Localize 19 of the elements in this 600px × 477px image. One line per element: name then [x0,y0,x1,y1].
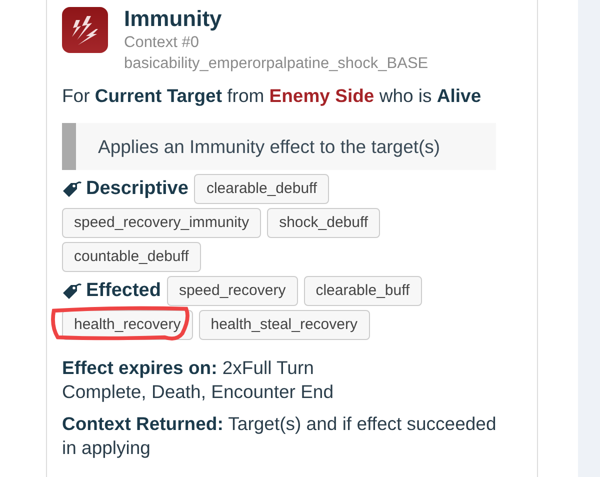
tag-chip[interactable]: shock_debuff [267,208,380,238]
tag-group-label: Descriptive [86,178,188,200]
detail-text: Effect expires on: 2xFull Turn Complete, Death, Encounter End [62,356,334,404]
tag-group-label: Effected [86,280,161,302]
tag-chip[interactable]: health_steal_recovery [198,310,370,340]
tag-icon [62,180,82,198]
tag-chip[interactable]: countable_debuff [62,242,201,272]
tag-chip[interactable]: clearable_debuff [194,174,330,204]
tag-chip[interactable]: speed_recovery [166,276,298,306]
target-sentence: For Current Target from Enemy Side who is Alive [62,84,482,108]
tag-chip[interactable]: clearable_buff [304,276,422,306]
description-text: Applies an Immunity effect to the target(s) [98,136,440,158]
tag-icon [62,282,82,300]
lightning-icon [62,7,108,53]
detail-text: Context Returned: Target(s) and if effect succeeded in applying [62,412,498,460]
tag-chip[interactable]: speed_recovery_immunity [62,208,262,238]
effect-title: Immunity [124,6,223,32]
context-label: Context #0 [124,33,200,53]
ability-id: basicability_emperorpalpatine_shock_BASE [124,54,428,74]
